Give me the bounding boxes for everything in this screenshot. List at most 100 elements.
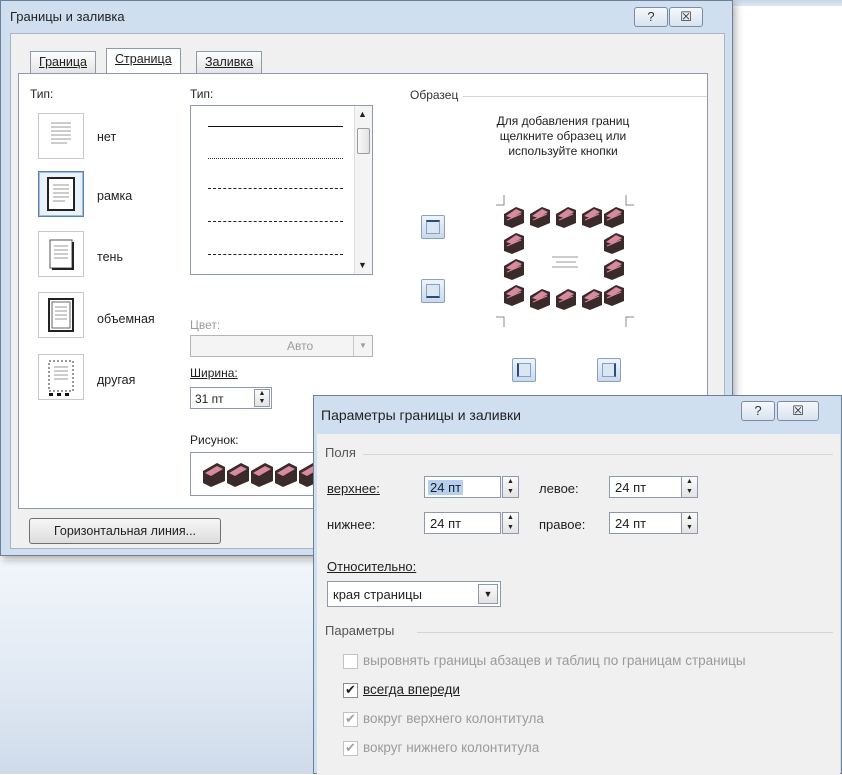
margins-group-label: Поля (325, 445, 356, 460)
relative-to-select[interactable]: края страницы ▼ (327, 581, 501, 607)
spin-down-icon[interactable]: ▼ (682, 487, 697, 497)
top-margin-input[interactable]: 24 пт (424, 476, 501, 498)
style-short-dash[interactable] (208, 188, 343, 189)
always-in-front-text: всегда впереди (363, 682, 460, 697)
right-border-button[interactable] (597, 358, 621, 382)
spin-down-icon[interactable]: ▼ (503, 487, 518, 497)
checkmark-icon: ✔ (345, 740, 356, 755)
sample-preview[interactable] (480, 183, 650, 339)
surround-footer-label: вокруг нижнего колонтитула (363, 740, 540, 755)
tab-border[interactable]: Граница (30, 51, 96, 73)
surround-header-checkbox[interactable]: ✔ (343, 712, 358, 727)
page-shadow-icon (49, 239, 74, 270)
style-dash[interactable] (208, 221, 343, 222)
style-dash-dot[interactable] (208, 254, 343, 255)
style-list-scrollbar[interactable]: ▲ ▼ (354, 106, 372, 274)
border-style-list[interactable]: ▲ ▼ (190, 105, 373, 275)
type-custom-label: другая (97, 373, 136, 387)
type-none-option[interactable] (38, 113, 84, 159)
left-border-icon (517, 363, 531, 377)
left-margin-spin[interactable]: ▲ ▼ (681, 476, 698, 498)
top-border-button[interactable] (421, 215, 445, 239)
chevron-down-icon[interactable]: ▼ (478, 584, 498, 604)
page-none-icon (51, 122, 71, 144)
style-solid[interactable] (208, 126, 343, 127)
params-group-label: Параметры (325, 623, 395, 638)
cake-art-preview (203, 463, 319, 487)
tab-shading[interactable]: Заливка (196, 51, 263, 73)
type-shadow-label: тень (97, 250, 123, 264)
spin-up-icon[interactable]: ▲ (503, 513, 518, 523)
relative-to-value: края страницы (333, 587, 422, 602)
scroll-up-icon[interactable]: ▲ (358, 109, 367, 119)
options-close-button[interactable]: ☒ (777, 401, 819, 421)
bottom-margin-input[interactable]: 24 пт (424, 512, 501, 534)
help-button[interactable]: ? (634, 7, 668, 27)
close-button[interactable]: ☒ (669, 7, 703, 27)
checkmark-icon: ✔ (345, 711, 356, 726)
tab-page[interactable]: Страница (106, 48, 181, 73)
surround-footer-checkbox[interactable]: ✔ (343, 741, 358, 756)
options-dialog-body: Поля верхнее: 24 пт ▲ ▼ левое: 24 пт ▲ ▼ н… (317, 434, 840, 775)
right-margin-value: 24 пт (615, 516, 647, 531)
picture-combo[interactable] (190, 452, 320, 496)
options-help-button[interactable]: ? (741, 401, 775, 421)
horizontal-line-button[interactable]: Горизонтальная линия... (29, 518, 221, 544)
type-none-label: нет (97, 130, 117, 144)
bottom-margin-spin[interactable]: ▲ ▼ (502, 512, 519, 534)
left-margin-value: 24 пт (615, 480, 647, 495)
always-in-front-checkbox[interactable]: ✔ (343, 683, 358, 698)
style-dotted[interactable] (208, 158, 343, 159)
spin-up-icon[interactable]: ▲ (503, 477, 518, 487)
scroll-down-icon[interactable]: ▼ (358, 260, 367, 270)
always-in-front-label: всегда впереди (363, 682, 460, 697)
chevron-down-icon[interactable]: ▼ (353, 336, 372, 356)
spin-down-icon[interactable]: ▼ (503, 523, 518, 533)
page-3d-icon (48, 298, 74, 332)
sample-hint: Для добавления границ щелкните образец и… (463, 114, 663, 159)
top-margin-value: 24 пт (428, 480, 464, 495)
relative-to-label: Относительно: (327, 559, 417, 574)
picture-label: Рисунок: (190, 433, 239, 447)
type-label: Тип: (30, 87, 54, 101)
left-border-button[interactable] (512, 358, 536, 382)
right-margin-spin[interactable]: ▲ ▼ (681, 512, 698, 534)
color-combo[interactable]: Авто ▼ (190, 335, 373, 357)
type-3d-option[interactable] (38, 292, 84, 338)
right-margin-label: правое: (539, 517, 586, 532)
align-borders-checkbox[interactable] (343, 654, 358, 669)
left-margin-input[interactable]: 24 пт (609, 476, 686, 498)
type-box-label: рамка (97, 189, 132, 203)
background-window-area (0, 560, 318, 774)
tab-page-label: Страница (115, 52, 172, 66)
sample-hint-line-3: используйте кнопки (508, 144, 618, 158)
right-margin-input[interactable]: 24 пт (609, 512, 686, 534)
width-spinner[interactable]: 31 пт ▲ ▼ (190, 387, 272, 409)
bottom-border-button[interactable] (421, 279, 445, 303)
top-margin-spin[interactable]: ▲ ▼ (502, 476, 519, 498)
spin-arrows-icon[interactable]: ▲ ▼ (254, 389, 270, 407)
bottom-border-icon (426, 284, 440, 298)
right-border-icon (602, 363, 616, 377)
type-3d-label: объемная (97, 312, 155, 326)
sample-hint-line-1: Для добавления границ (496, 114, 630, 128)
page-box-icon (47, 177, 75, 211)
type-custom-option[interactable] (38, 354, 84, 400)
top-margin-label: верхнее: (327, 481, 380, 496)
tab-shading-label: Заливка (205, 55, 254, 69)
checkmark-icon: ✔ (345, 682, 356, 697)
color-value: Авто (287, 339, 314, 353)
scroll-thumb[interactable] (357, 128, 370, 154)
spin-down-icon[interactable]: ▼ (682, 523, 697, 533)
sample-group-line (463, 96, 707, 97)
left-margin-label: левое: (539, 481, 579, 496)
width-value: 31 пт (195, 392, 224, 406)
spin-up-icon[interactable]: ▲ (682, 513, 697, 523)
align-borders-label: выровнять границы абзацев и таблиц по гр… (363, 653, 746, 668)
type-box-option[interactable] (38, 171, 84, 217)
type-shadow-option[interactable] (38, 231, 84, 277)
spin-up-icon[interactable]: ▲ (682, 477, 697, 487)
options-dialog-title: Параметры границы и заливки (321, 407, 522, 423)
type-box-text: рамка (97, 189, 133, 203)
params-group-line (417, 632, 833, 633)
